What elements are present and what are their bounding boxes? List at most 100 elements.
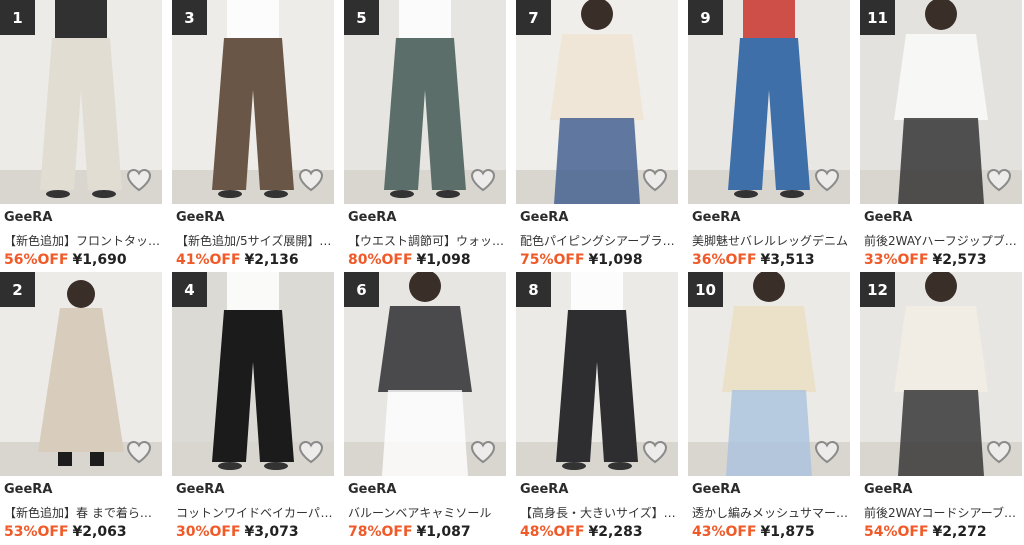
sale-price: ¥3,073 [244, 524, 299, 540]
sale-price: ¥1,875 [760, 524, 815, 540]
heart-outline-icon[interactable] [642, 168, 668, 192]
heart-outline-icon[interactable] [814, 440, 840, 464]
heart-outline-icon[interactable] [642, 440, 668, 464]
product-title[interactable]: 【ウエスト調節可】ウォッシュデニムパンツ [348, 232, 506, 249]
discount-label: 30%OFF [176, 524, 241, 540]
discount-label: 75%OFF [520, 252, 585, 268]
product-image[interactable]: 2 [0, 272, 162, 476]
brand-name[interactable]: GeeRA [692, 482, 740, 497]
price-row: 48%OFF ¥2,283 [520, 524, 643, 540]
product-title[interactable]: バルーンベアキャミソール [348, 504, 506, 521]
heart-outline-icon[interactable] [298, 440, 324, 464]
sale-price: ¥2,573 [932, 252, 987, 268]
price-row: 36%OFF ¥3,513 [692, 252, 815, 268]
product-card[interactable]: 8 GeeRA 【高身長・大きいサイズ】ワイドパンツ 48%OFF¥2,283 [516, 272, 678, 540]
rank-badge: 11 [860, 0, 895, 35]
discount-label: 78%OFF [348, 524, 413, 540]
rank-badge: 7 [516, 0, 551, 35]
product-card[interactable]: 1 GeeRA 【新色追加】フロントタックワイドパンツ 56%OFF¥1,690 [0, 0, 162, 268]
product-card[interactable]: 12 GeeRA 前後2WAYコードシアーブラウス 54%OFF¥2,272 [860, 272, 1022, 540]
price-row: 53%OFF ¥2,063 [4, 524, 127, 540]
brand-name[interactable]: GeeRA [520, 210, 568, 225]
product-title[interactable]: 【新色追加/5サイズ展開】タックワイドパンツ [176, 232, 334, 249]
product-image[interactable]: 6 [344, 272, 506, 476]
discount-label: 48%OFF [520, 524, 585, 540]
rank-badge: 9 [688, 0, 723, 35]
product-image[interactable]: 4 [172, 272, 334, 476]
brand-name[interactable]: GeeRA [4, 210, 52, 225]
heart-outline-icon[interactable] [986, 168, 1012, 192]
sale-price: ¥2,136 [244, 252, 299, 268]
product-image[interactable]: 9 [688, 0, 850, 204]
product-card[interactable]: 3 GeeRA 【新色追加/5サイズ展開】タックワイドパンツ 41%OFF¥2,136 [172, 0, 334, 268]
product-title[interactable]: 【新色追加】フロントタックワイドパンツ [4, 232, 162, 249]
product-image[interactable]: 5 [344, 0, 506, 204]
sale-price: ¥1,690 [72, 252, 127, 268]
price-row: 33%OFF ¥2,573 [864, 252, 987, 268]
product-card[interactable]: 10 GeeRA 透かし編みメッシュサマーニット 43%OFF¥1,875 [688, 272, 850, 540]
heart-outline-icon[interactable] [470, 440, 496, 464]
product-card[interactable]: 2 GeeRA 【新色追加】春 まで着られるワンピース 53%OFF¥2,063 [0, 272, 162, 540]
product-title[interactable]: 【高身長・大きいサイズ】ワイドパンツ [520, 504, 678, 521]
heart-outline-icon[interactable] [814, 168, 840, 192]
discount-label: 33%OFF [864, 252, 929, 268]
sale-price: ¥1,098 [588, 252, 643, 268]
discount-label: 56%OFF [4, 252, 69, 268]
product-title[interactable]: 美脚魅せバレルレッグデニム [692, 232, 850, 249]
brand-name[interactable]: GeeRA [692, 210, 740, 225]
heart-outline-icon[interactable] [126, 168, 152, 192]
heart-outline-icon[interactable] [298, 168, 324, 192]
sale-price: ¥3,513 [760, 252, 815, 268]
sale-price: ¥2,272 [932, 524, 987, 540]
product-card[interactable]: 5 GeeRA 【ウエスト調節可】ウォッシュデニムパンツ 80%OFF¥1,098 [344, 0, 506, 268]
price-row: 43%OFF ¥1,875 [692, 524, 815, 540]
product-card[interactable]: 4 GeeRA コットンワイドベイカーパンツ 30%OFF ¥3,073 [172, 272, 334, 540]
product-card[interactable]: 11 GeeRA 前後2WAYハーフジップブラウス 33%OFF¥2,573 [860, 0, 1022, 268]
sale-price: ¥1,087 [416, 524, 471, 540]
discount-label: 36%OFF [692, 252, 757, 268]
brand-name[interactable]: GeeRA [348, 482, 396, 497]
brand-name[interactable]: GeeRA [4, 482, 52, 497]
rank-badge: 2 [0, 272, 35, 307]
product-title[interactable]: コットンワイドベイカーパンツ [176, 504, 334, 521]
price-row: 56%OFF ¥1,690 [4, 252, 127, 268]
brand-name[interactable]: GeeRA [864, 482, 912, 497]
brand-name[interactable]: GeeRA [520, 482, 568, 497]
product-title[interactable]: 【新色追加】春 まで着られるワンピース [4, 504, 162, 521]
product-image[interactable]: 12 [860, 272, 1022, 476]
product-title[interactable]: 透かし編みメッシュサマーニット [692, 504, 850, 521]
brand-name[interactable]: GeeRA [176, 482, 224, 497]
discount-label: 80%OFF [348, 252, 413, 268]
product-image[interactable]: 1 [0, 0, 162, 204]
brand-name[interactable]: GeeRA [864, 210, 912, 225]
discount-label: 54%OFF [864, 524, 929, 540]
price-row: 78%OFF ¥1,087 [348, 524, 471, 540]
price-row: 30%OFF ¥3,073 [176, 524, 299, 540]
discount-label: 41%OFF [176, 252, 241, 268]
brand-name[interactable]: GeeRA [348, 210, 396, 225]
sale-price: ¥2,063 [72, 524, 127, 540]
rank-badge: 10 [688, 272, 723, 307]
discount-label: 43%OFF [692, 524, 757, 540]
product-ranking-grid: 1 GeeRA 【新色追加】フロントタックワイドパンツ 56%OFF¥1,690 3 G… [0, 0, 1024, 545]
heart-outline-icon[interactable] [470, 168, 496, 192]
product-image[interactable]: 3 [172, 0, 334, 204]
product-card[interactable]: 7 GeeRA 配色パイピングシアーブラウス 75%OFF ¥1,098 [516, 0, 678, 268]
product-card[interactable]: 6 GeeRA バルーンベアキャミソール 78%OFF ¥1,087 [344, 272, 506, 540]
product-image[interactable]: 8 [516, 272, 678, 476]
product-image[interactable]: 11 [860, 0, 1022, 204]
product-title[interactable]: 前後2WAYハーフジップブラウス [864, 232, 1022, 249]
product-card[interactable]: 9 GeeRA 美脚魅せバレルレッグデニム 36%OFF ¥3,513 [688, 0, 850, 268]
product-title[interactable]: 前後2WAYコードシアーブラウス [864, 504, 1022, 521]
heart-outline-icon[interactable] [986, 440, 1012, 464]
rank-badge: 3 [172, 0, 207, 35]
product-image[interactable]: 7 [516, 0, 678, 204]
brand-name[interactable]: GeeRA [176, 210, 224, 225]
price-row: 75%OFF ¥1,098 [520, 252, 643, 268]
sale-price: ¥1,098 [416, 252, 471, 268]
rank-badge: 5 [344, 0, 379, 35]
heart-outline-icon[interactable] [126, 440, 152, 464]
price-row: 54%OFF ¥2,272 [864, 524, 987, 540]
product-title[interactable]: 配色パイピングシアーブラウス [520, 232, 678, 249]
product-image[interactable]: 10 [688, 272, 850, 476]
